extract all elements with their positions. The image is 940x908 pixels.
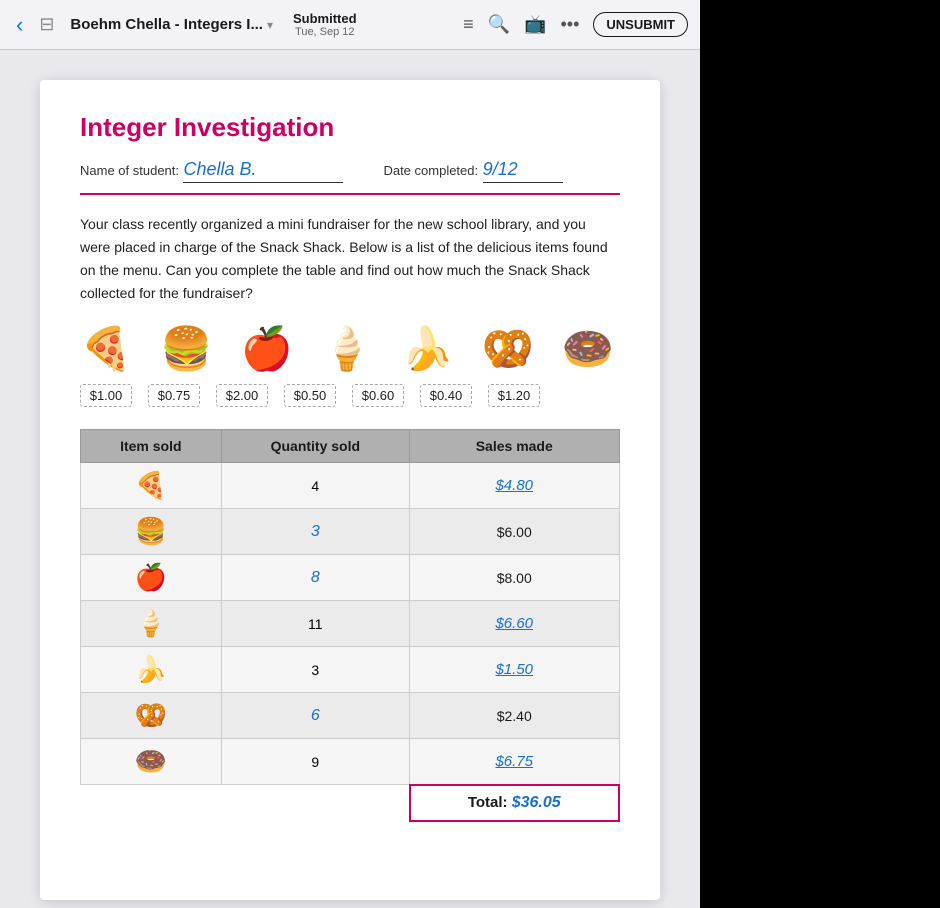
table-cell-qty: 4: [221, 463, 409, 509]
unsubmit-button[interactable]: UNSUBMIT: [593, 12, 688, 37]
food-icon: 🥨: [481, 325, 533, 374]
divider: [80, 193, 620, 195]
table-header: Item sold Quantity sold Sales made: [81, 430, 620, 463]
table-cell-sales: $6.60: [410, 601, 620, 647]
col-header-item: Item sold: [81, 430, 222, 463]
qty-value: 3: [311, 523, 320, 540]
sales-value: $8.00: [497, 570, 532, 586]
doc-title: Boehm Chella - Integers I...: [70, 16, 263, 33]
sales-value: $1.50: [495, 661, 533, 678]
food-icons-row: 🍕 🍔 🍎 🍦 🍌 🥨 🍩: [80, 325, 620, 374]
doc-title-area: Boehm Chella - Integers I... ▾: [70, 16, 273, 33]
table-row: 🍕4 $4.80: [81, 463, 620, 509]
black-panel: [700, 50, 940, 908]
doc-area: Integer Investigation Name of student: C…: [0, 50, 700, 908]
sales-value: $6.60: [495, 615, 533, 632]
food-icon: 🍕: [80, 325, 132, 374]
price-tags-row: $1.00 $0.75 $2.00 $0.50 $0.60 $0.40 $1.20: [80, 384, 620, 407]
worksheet-title: Integer Investigation: [80, 112, 620, 143]
main-layout: Integer Investigation Name of student: C…: [0, 50, 940, 908]
sales-value: $2.40: [497, 708, 532, 724]
date-value: 9/12: [483, 159, 563, 183]
table-cell-icon: 🍩: [81, 739, 222, 785]
table-cell-sales: $2.40: [410, 693, 620, 739]
more-icon[interactable]: •••: [560, 14, 579, 35]
back-button[interactable]: ‹: [12, 8, 27, 42]
total-row: Total: $36.05: [81, 785, 620, 821]
search-icon[interactable]: 🔍: [488, 14, 510, 35]
chevron-down-icon[interactable]: ▾: [267, 18, 273, 32]
total-value: $36.05: [512, 794, 561, 811]
table-cell-sales: $6.75: [410, 739, 620, 785]
qty-value: 6: [311, 707, 320, 724]
total-empty-1: [81, 785, 222, 821]
intro-text: Your class recently organized a mini fun…: [80, 213, 620, 305]
table-cell-sales: $6.00: [410, 509, 620, 555]
table-cell-icon: 🍎: [81, 555, 222, 601]
table-row: 🥨 6 $2.40: [81, 693, 620, 739]
table-row: 🍦11 $6.60: [81, 601, 620, 647]
table-cell-icon: 🍔: [81, 509, 222, 555]
col-header-qty: Quantity sold: [221, 430, 409, 463]
student-label: Name of student:: [80, 163, 179, 178]
top-bar: ‹ ⊟ Boehm Chella - Integers I... ▾ Submi…: [0, 0, 700, 50]
price-tag: $0.60: [352, 384, 404, 407]
data-table: Item sold Quantity sold Sales made 🍕4 $4.…: [80, 429, 620, 822]
food-icon: 🍌: [401, 325, 453, 374]
price-tag: $1.20: [488, 384, 540, 407]
sales-value: $6.00: [497, 524, 532, 540]
table-cell-sales: $8.00: [410, 555, 620, 601]
table-cell-qty: 9: [221, 739, 409, 785]
date-label: Date completed:: [383, 163, 478, 178]
price-tag: $0.50: [284, 384, 336, 407]
food-icon: 🍩: [562, 325, 614, 374]
price-tag: $0.75: [148, 384, 200, 407]
submitted-label: Submitted: [293, 11, 357, 26]
table-cell-qty: 11: [221, 601, 409, 647]
table-cell-qty: 8: [221, 555, 409, 601]
qty-value: 8: [311, 569, 320, 586]
total-empty-2: [221, 785, 409, 821]
table-row: 🍎 8 $8.00: [81, 555, 620, 601]
table-cell-qty: 3: [221, 509, 409, 555]
table-cell-qty: 3: [221, 647, 409, 693]
table-cell-qty: 6: [221, 693, 409, 739]
table-cell-icon: 🍕: [81, 463, 222, 509]
food-icon: 🍎: [241, 325, 293, 374]
table-body: 🍕4$4.80🍔3$6.00🍎8$8.00🍦11$6.60🍌3$1.50🥨6$2…: [81, 463, 620, 785]
table-cell-icon: 🍦: [81, 601, 222, 647]
sales-value: $6.75: [495, 753, 533, 770]
sidebar-toggle-icon[interactable]: ⊟: [35, 10, 58, 39]
student-info: Name of student: Chella B. Date complete…: [80, 159, 620, 183]
price-tag: $1.00: [80, 384, 132, 407]
table-cell-icon: 🥨: [81, 693, 222, 739]
table-cell-icon: 🍌: [81, 647, 222, 693]
sales-value: $4.80: [495, 477, 533, 494]
doc-page: Integer Investigation Name of student: C…: [40, 80, 660, 900]
top-bar-right: ≡ 🔍 📺 ••• UNSUBMIT: [463, 12, 688, 37]
airplay-icon[interactable]: 📺: [524, 14, 546, 35]
total-label: Total:: [468, 794, 512, 811]
price-tag: $0.40: [420, 384, 472, 407]
student-name: Chella B.: [183, 159, 343, 183]
price-tag: $2.00: [216, 384, 268, 407]
food-icon: 🍦: [321, 325, 373, 374]
total-cell: Total: $36.05: [410, 785, 620, 821]
table-cell-sales: $4.80: [410, 463, 620, 509]
submitted-date: Tue, Sep 12: [295, 26, 355, 38]
table-cell-sales: $1.50: [410, 647, 620, 693]
col-header-sales: Sales made: [410, 430, 620, 463]
table-footer: Total: $36.05: [81, 785, 620, 821]
submitted-area: Submitted Tue, Sep 12: [293, 11, 357, 38]
food-icon: 🍔: [160, 325, 212, 374]
list-icon[interactable]: ≡: [463, 14, 474, 35]
table-row: 🍌3 $1.50: [81, 647, 620, 693]
top-bar-left: ‹ ⊟ Boehm Chella - Integers I... ▾ Submi…: [12, 8, 357, 42]
table-row: 🍩9 $6.75: [81, 739, 620, 785]
table-row: 🍔 3 $6.00: [81, 509, 620, 555]
